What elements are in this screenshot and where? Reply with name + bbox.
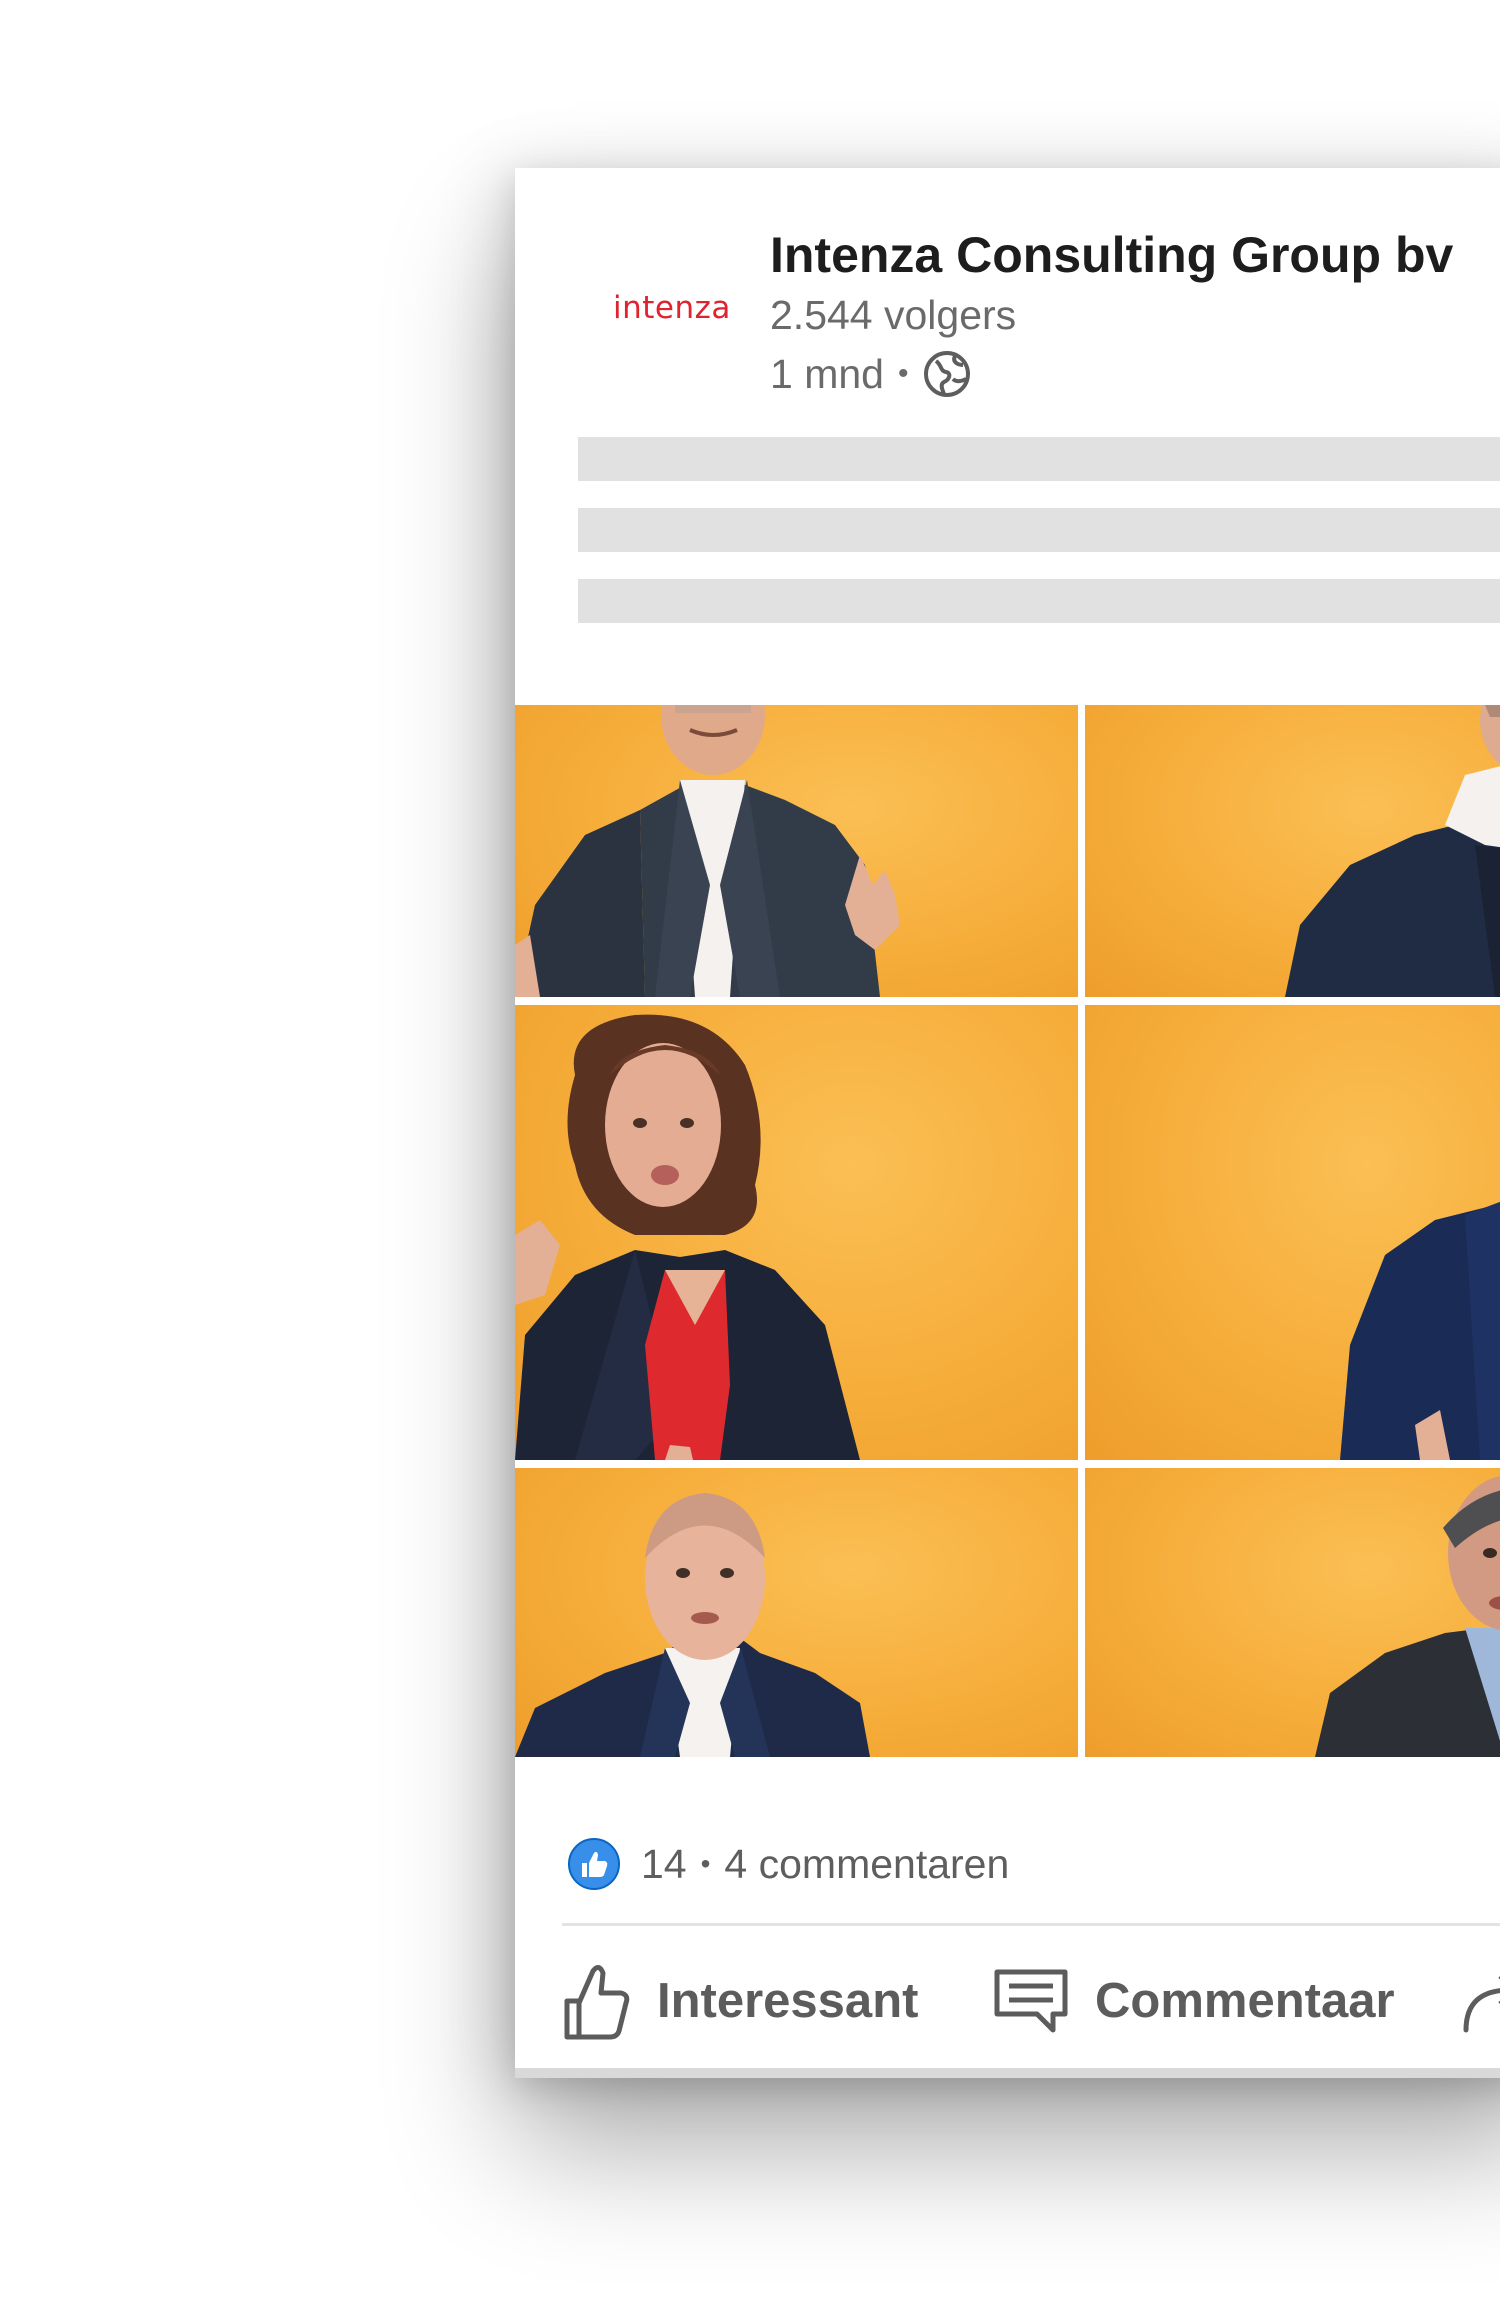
company-name[interactable]: Intenza Consulting Group bv	[770, 226, 1453, 284]
post-text-placeholder-line	[578, 437, 1500, 481]
divider	[562, 1923, 1500, 1926]
reaction-count[interactable]: 14	[641, 1841, 687, 1888]
follower-count: 2.544 volgers	[770, 292, 1017, 338]
photo-tile[interactable]	[1085, 1005, 1500, 1460]
count-separator: •	[700, 1848, 711, 1879]
logo-wordmark: intenza	[613, 290, 731, 326]
meta-separator: •	[897, 357, 909, 390]
photo-tile[interactable]	[1085, 705, 1500, 997]
photo-grid[interactable]	[515, 705, 1500, 1757]
share-button[interactable]	[1460, 1956, 1500, 2046]
photo-tile[interactable]	[1085, 1468, 1500, 1757]
comment-label: Commentaar	[1095, 1974, 1395, 2028]
comment-count[interactable]: 4 commentaren	[724, 1841, 1009, 1888]
like-label: Interessant	[657, 1974, 919, 2028]
thumbs-up-icon	[564, 1965, 630, 2040]
photo-tile[interactable]	[515, 1005, 1078, 1460]
like-badge-icon	[568, 1838, 620, 1890]
post-age: 1 mnd	[770, 350, 884, 397]
comment-icon	[994, 1969, 1068, 2033]
photo-tile[interactable]	[515, 1468, 1078, 1757]
comment-button[interactable]: Commentaar	[993, 1956, 1395, 2046]
company-logo[interactable]: intenza ​	[585, 278, 755, 378]
like-button[interactable]: Interessant	[563, 1956, 918, 2046]
page: intenza ​ Intenza Consulting Group bv 2.…	[0, 0, 1500, 2300]
post-text-placeholder-line	[578, 579, 1500, 623]
social-counts[interactable]: 14 • 4 commentaren	[567, 1834, 1009, 1894]
globe-icon	[924, 351, 971, 397]
post-text-placeholder-line	[578, 508, 1500, 552]
linkedin-post-card: intenza ​ Intenza Consulting Group bv 2.…	[515, 168, 1500, 2078]
post-meta: 1 mnd •	[770, 346, 972, 402]
share-icon	[1463, 1976, 1500, 2033]
photo-tile[interactable]	[515, 705, 1078, 997]
